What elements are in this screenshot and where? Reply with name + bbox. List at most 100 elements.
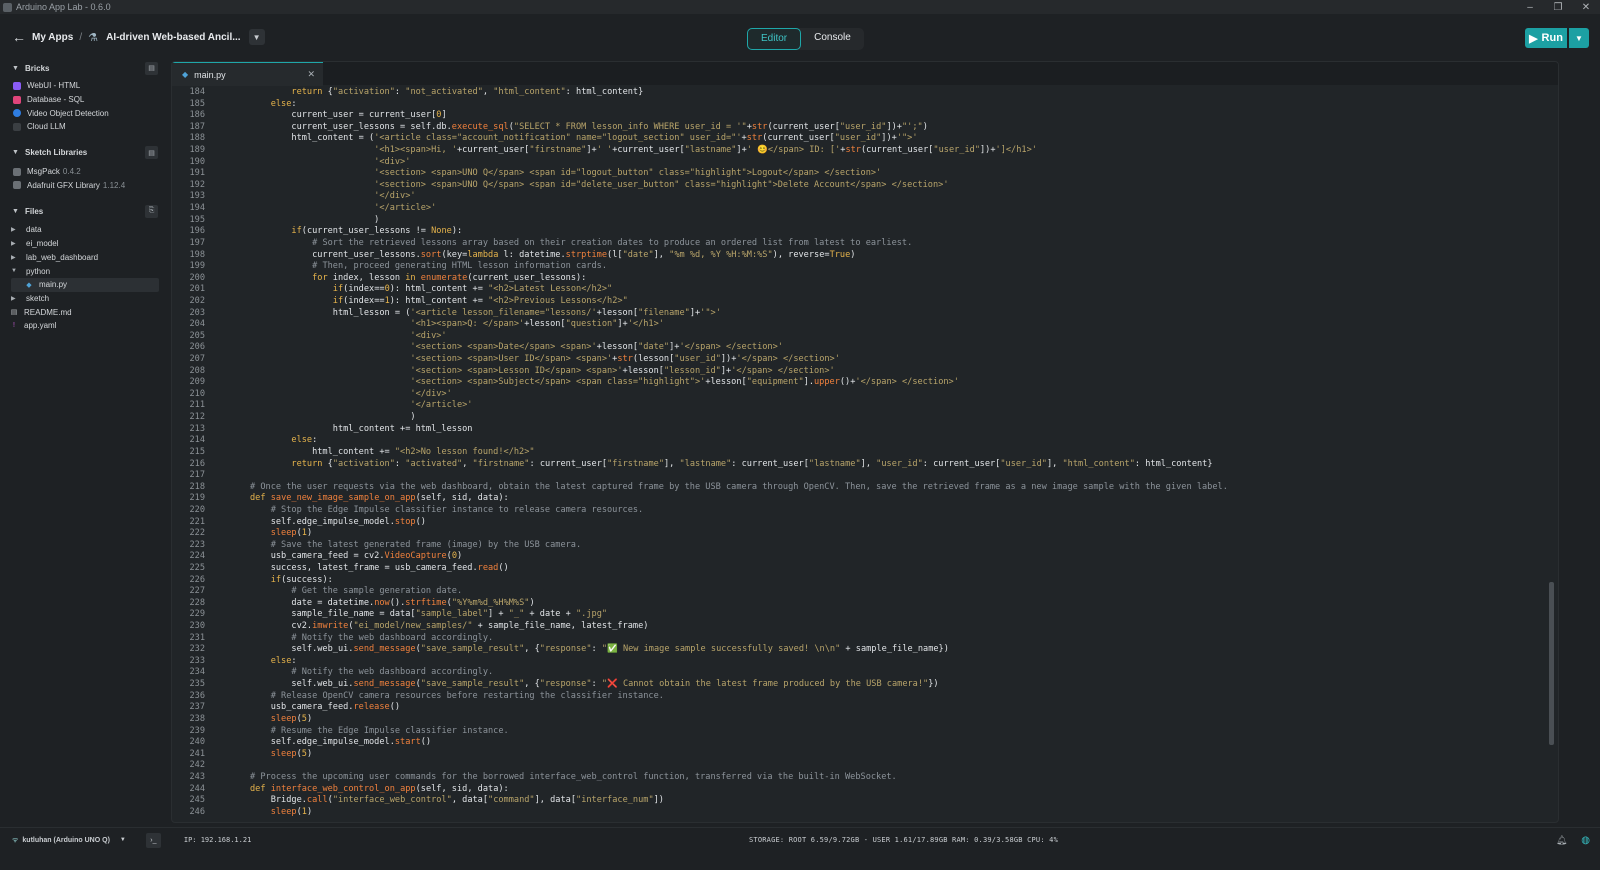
globe-icon[interactable]: ◍ [1581,835,1590,846]
code-area[interactable]: 184 return {"activation": "not_activated… [172,87,1558,818]
code-line[interactable]: 218 # Once the user requests via the web … [172,482,1558,494]
code-line[interactable]: 206 '<section> <span>Date</span> <span>'… [172,342,1558,354]
brick-item-webui[interactable]: WebUI - HTML [0,79,170,93]
code-line[interactable]: 192 '<section> <span>UNO Q</span> <span … [172,180,1558,192]
code-line[interactable]: 196 if(current_user_lessons != None): [172,226,1558,238]
code-line[interactable]: 220 # Stop the Edge Impulse classifier i… [172,505,1558,517]
bricks-section-header[interactable]: ▼ Bricks ▤ [0,61,170,75]
code-line[interactable]: 230 cv2.imwrite("ei_model/new_samples/" … [172,621,1558,633]
code-line[interactable]: 199 # Then, proceed generating HTML less… [172,261,1558,273]
editor-scrollbar[interactable] [1549,582,1554,745]
minimize-button[interactable]: – [1516,2,1544,13]
file-tree-folder-data[interactable]: ▶ data [0,223,170,237]
code-line[interactable]: 242 [172,760,1558,772]
code-line[interactable]: 201 if(index==0): html_content += "<h2>L… [172,284,1558,296]
code-line[interactable]: 184 return {"activation": "not_activated… [172,87,1558,99]
file-tree-file-readme[interactable]: ▤ README.md [0,305,170,319]
code-line[interactable]: 202 if(index==1): html_content += "<h2>P… [172,296,1558,308]
file-tree-folder-lab-web-dashboard[interactable]: ▶ lab_web_dashboard [0,251,170,265]
files-section-header[interactable]: ▼ Files ⎘ [0,204,170,218]
run-options-dropdown[interactable]: ▼ [1569,28,1589,48]
code-line[interactable]: 186 current_user = current_user[0] [172,110,1558,122]
add-file-button[interactable]: ⎘ [145,204,158,218]
libraries-section-header[interactable]: ▼ Sketch Libraries ▤ [0,146,170,160]
code-line[interactable]: 208 '<section> <span>Lesson ID</span> <s… [172,366,1558,378]
code-line[interactable]: 244 def interface_web_control_on_app(self… [172,784,1558,796]
code-line[interactable]: 209 '<section> <span>Subject</span> <spa… [172,377,1558,389]
code-line[interactable]: 236 # Release OpenCV camera resources be… [172,691,1558,703]
file-tree-file-main-py[interactable]: ◆ main.py [11,277,159,292]
code-line[interactable]: 221 self.edge_impulse_model.stop() [172,517,1558,529]
code-line[interactable]: 233 else: [172,656,1558,668]
code-line[interactable]: 185 else: [172,99,1558,111]
code-line[interactable]: 187 current_user_lessons = self.db.execu… [172,122,1558,134]
code-line[interactable]: 227 # Get the sample generation date. [172,586,1558,598]
breadcrumb-my-apps[interactable]: My Apps [32,32,73,43]
code-line[interactable]: 232 self.web_ui.send_message("save_sampl… [172,644,1558,656]
code-line[interactable]: 222 sleep(1) [172,528,1558,540]
brick-item-video-detection[interactable]: Video Object Detection [0,106,170,120]
code-line[interactable]: 225 success, latest_frame = usb_camera_f… [172,563,1558,575]
code-line[interactable]: 234 # Notify the web dashboard according… [172,667,1558,679]
breadcrumb-app-name[interactable]: AI-driven Web-based Ancil... [106,32,240,43]
code-line[interactable]: 240 self.edge_impulse_model.start() [172,737,1558,749]
code-line[interactable]: 200 for index, lesson in enumerate(curre… [172,273,1558,285]
code-line[interactable]: 214 else: [172,435,1558,447]
code-line[interactable]: 193 '</div>' [172,191,1558,203]
tab-console[interactable]: Console [801,28,864,48]
code-line[interactable]: 204 '<h1><span>Q: </span>'+lesson["quest… [172,319,1558,331]
bell-icon[interactable]: 🔔︎ [1556,835,1567,846]
code-line[interactable]: 228 date = datetime.now().strftime("%Y%m… [172,598,1558,610]
code-line[interactable]: 223 # Save the latest generated frame (i… [172,540,1558,552]
editor-tab-main-py[interactable]: ◆ main.py ✕ [172,62,323,86]
code-line[interactable]: 190 '<div>' [172,157,1558,169]
terminal-button[interactable]: ›_ [145,832,161,848]
code-line[interactable]: 189 '<h1><span>Hi, '+current_user["first… [172,145,1558,157]
code-line[interactable]: 246 sleep(1) [172,807,1558,819]
code-line[interactable]: 210 '</div>' [172,389,1558,401]
close-tab-icon[interactable]: ✕ [307,69,315,80]
file-tree-file-app-yaml[interactable]: ! app.yaml [0,319,170,333]
add-brick-button[interactable]: ▤ [145,61,158,75]
code-line[interactable]: 217 [172,470,1558,482]
back-arrow-icon[interactable]: ← [12,29,26,45]
run-button[interactable]: ▶ Run [1525,28,1567,48]
code-line[interactable]: 239 # Resume the Edge Impulse classifier… [172,726,1558,738]
code-line[interactable]: 229 sample_file_name = data["sample_labe… [172,609,1558,621]
code-line[interactable]: 245 Bridge.call("interface_web_control",… [172,795,1558,807]
file-tree-folder-python[interactable]: ▼ python [0,264,170,278]
code-line[interactable]: 212 ) [172,412,1558,424]
code-line[interactable]: 219 def save_new_image_sample_on_app(self… [172,493,1558,505]
library-item-adafruit-gfx[interactable]: Adafruit GFX Library 1.12.4 [0,178,170,192]
code-line[interactable]: 191 '<section> <span>UNO Q</span> <span … [172,168,1558,180]
code-line[interactable]: 231 # Notify the web dashboard according… [172,633,1558,645]
code-line[interactable]: 243 # Process the upcoming user commands … [172,772,1558,784]
code-line[interactable]: 226 if(success): [172,575,1558,587]
file-tree-folder-sketch[interactable]: ▶ sketch [0,292,170,306]
code-line[interactable]: 235 self.web_ui.send_message("save_sampl… [172,679,1558,691]
code-line[interactable]: 216 return {"activation": "activated", "… [172,459,1558,471]
tab-editor[interactable]: Editor [747,28,802,50]
maximize-button[interactable]: ❐ [1544,2,1572,13]
app-menu-dropdown-button[interactable]: ▼ [248,29,265,45]
code-line[interactable]: 211 '</article>' [172,400,1558,412]
brick-item-database[interactable]: Database - SQL [0,93,170,107]
code-line[interactable]: 241 sleep(5) [172,749,1558,761]
code-line[interactable]: 203 html_lesson = ('<article lesson_file… [172,308,1558,320]
code-line[interactable]: 224 usb_camera_feed = cv2.VideoCapture(0… [172,551,1558,563]
brick-item-cloud-llm[interactable]: Cloud LLM [0,120,170,134]
code-line[interactable]: 194 '</article>' [172,203,1558,215]
code-line[interactable]: 205 '<div>' [172,331,1558,343]
code-line[interactable]: 215 html_content += "<h2>No lesson found… [172,447,1558,459]
library-item-msgpack[interactable]: MsgPack 0.4.2 [0,165,170,179]
code-line[interactable]: 197 # Sort the retrieved lessons array b… [172,238,1558,250]
code-line[interactable]: 213 html_content += html_lesson [172,424,1558,436]
file-tree-folder-ei-model[interactable]: ▶ ei_model [0,237,170,251]
code-line[interactable]: 237 usb_camera_feed.release() [172,702,1558,714]
close-window-button[interactable]: ✕ [1572,2,1600,13]
code-line[interactable]: 195 ) [172,215,1558,227]
code-line[interactable]: 198 current_user_lessons.sort(key=lambda… [172,250,1558,262]
add-library-button[interactable]: ▤ [145,146,158,160]
code-line[interactable]: 207 '<section> <span>User ID</span> <spa… [172,354,1558,366]
board-selector[interactable]: ᯤ kutluhan (Arduino UNO Q) ▼ [12,836,126,845]
